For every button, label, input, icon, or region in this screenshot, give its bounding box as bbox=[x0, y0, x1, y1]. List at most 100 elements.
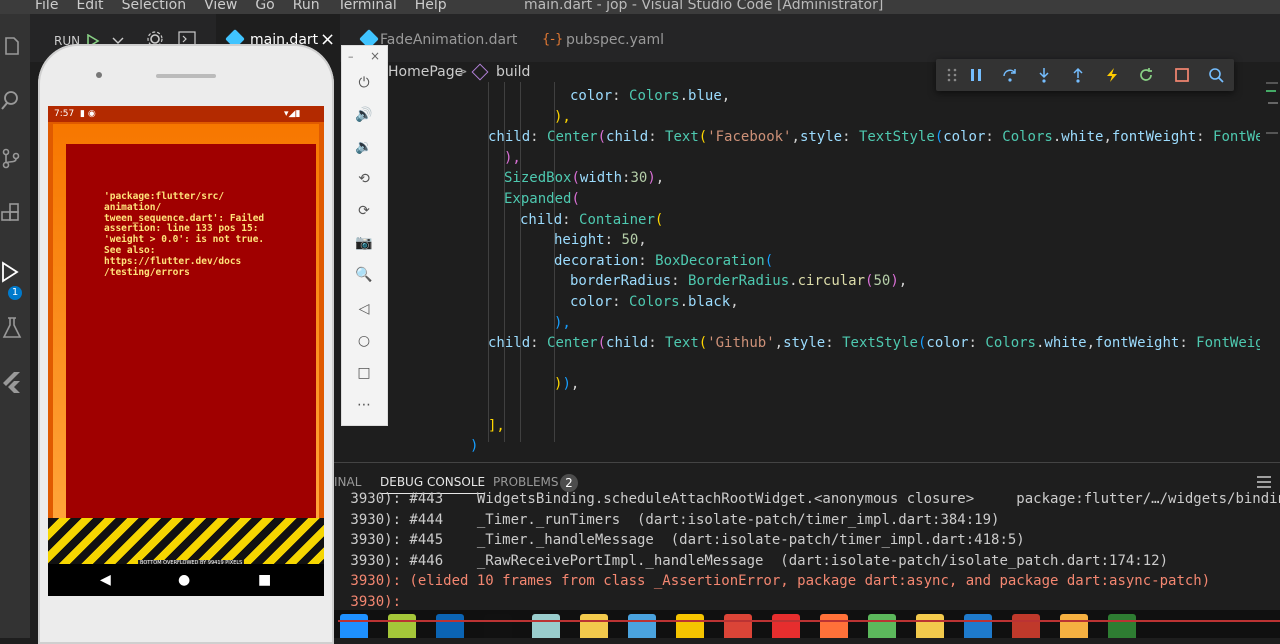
recents-icon[interactable]: ■ bbox=[258, 572, 271, 588]
notepad-icon[interactable] bbox=[628, 614, 656, 638]
taskbar bbox=[334, 610, 1280, 638]
menu-file[interactable]: File bbox=[26, 0, 67, 14]
code-editor[interactable]: color: Colors.blue,), child: Center(child… bbox=[386, 82, 1260, 460]
file-explorer-icon[interactable] bbox=[916, 614, 944, 638]
code-token: , bbox=[655, 170, 665, 187]
back-icon[interactable]: ◀ bbox=[100, 572, 111, 588]
notification-icons: ▮ ◉ bbox=[80, 109, 96, 119]
breadcrumb-build[interactable]: build bbox=[496, 62, 530, 82]
menu-go[interactable]: Go bbox=[246, 0, 283, 14]
tab-terminal[interactable]: INAL bbox=[334, 475, 361, 489]
vscode-icon[interactable] bbox=[964, 614, 992, 638]
extensions-icon[interactable] bbox=[0, 202, 24, 226]
menu-run[interactable]: Run bbox=[284, 0, 329, 14]
game-icon[interactable] bbox=[1108, 614, 1136, 638]
hot-reload-icon[interactable] bbox=[1104, 67, 1120, 83]
menu-view[interactable]: View bbox=[195, 0, 246, 14]
volume-up-icon[interactable]: 🔊 bbox=[355, 106, 373, 124]
code-token: Colors bbox=[629, 88, 680, 104]
drag-handle-icon[interactable] bbox=[944, 67, 960, 83]
yandex-icon[interactable] bbox=[772, 614, 800, 638]
code-token: circular bbox=[797, 273, 866, 290]
menu-edit[interactable]: Edit bbox=[67, 0, 112, 14]
console-line: 3930): #444 _Timer._runTimers (dart:isol… bbox=[342, 511, 1000, 528]
code-token: : bbox=[638, 252, 656, 269]
tab-label: FadeAnimation.dart bbox=[380, 32, 518, 48]
step-over-icon[interactable] bbox=[1002, 67, 1018, 83]
windows-icon[interactable] bbox=[340, 614, 368, 638]
code-token: ( bbox=[571, 191, 580, 207]
search-icon[interactable] bbox=[0, 88, 24, 112]
code-line: ), bbox=[554, 107, 571, 127]
menu-help[interactable]: Help bbox=[406, 0, 456, 14]
code-token: child bbox=[520, 211, 563, 228]
breadcrumb-homepage[interactable]: HomePage bbox=[388, 62, 463, 82]
code-token: Container bbox=[579, 211, 655, 228]
code-token: ( bbox=[597, 129, 607, 146]
camera-icon[interactable]: 📷 bbox=[355, 234, 373, 252]
activity-bar: 1 bbox=[0, 14, 30, 638]
pause-icon[interactable] bbox=[968, 67, 984, 83]
code-token: . bbox=[789, 273, 798, 290]
inspect-widget-icon[interactable] bbox=[1208, 67, 1224, 83]
rotate-right-icon[interactable]: ⟳ bbox=[355, 202, 373, 220]
phone-screen[interactable]: 7:57 ▮ ◉ ▾◢▮ 'package:flutter/src/ anima… bbox=[48, 106, 324, 596]
explorer-icon[interactable] bbox=[0, 34, 24, 58]
naruto-icon[interactable] bbox=[1060, 614, 1088, 638]
menu-selection[interactable]: Selection bbox=[113, 0, 196, 14]
code-token: : bbox=[530, 129, 548, 146]
code-token: ( bbox=[934, 129, 944, 146]
console-line: 3930): #446 _RawReceivePortImpl._handleM… bbox=[342, 552, 1169, 569]
code-token: : bbox=[842, 129, 859, 146]
home-icon[interactable]: ○ bbox=[355, 332, 373, 350]
step-into-icon[interactable] bbox=[1036, 67, 1052, 83]
tab-problems[interactable]: PROBLEMS bbox=[493, 475, 559, 489]
code-token: FontWeigh bbox=[1196, 335, 1260, 352]
overview-icon[interactable]: □ bbox=[355, 364, 373, 382]
run-debug-icon[interactable] bbox=[0, 260, 24, 284]
paint-icon[interactable] bbox=[868, 614, 896, 638]
code-line: borderRadius: BorderRadius.circular(50), bbox=[570, 271, 907, 291]
menu-terminal[interactable]: Terminal bbox=[329, 0, 406, 14]
android-studio-icon[interactable] bbox=[388, 614, 416, 638]
volume-down-icon[interactable]: 🔉 bbox=[355, 138, 373, 156]
code-token: fontWeight bbox=[1095, 335, 1180, 352]
firefox-icon[interactable] bbox=[820, 614, 848, 638]
back-icon[interactable]: ◁ bbox=[355, 300, 373, 318]
code-token: style bbox=[799, 129, 843, 146]
more-icon[interactable]: ⋯ bbox=[355, 396, 373, 414]
recycle-bin-icon[interactable] bbox=[532, 614, 560, 638]
photoshop-icon[interactable] bbox=[436, 614, 464, 638]
code-token: Expanded bbox=[504, 191, 572, 207]
power-icon[interactable]: ⏻ bbox=[355, 74, 373, 92]
code-token: style bbox=[783, 335, 826, 352]
tool-icon[interactable] bbox=[1012, 614, 1040, 638]
home-icon[interactable]: ● bbox=[178, 572, 190, 588]
close-icon[interactable]: × bbox=[370, 49, 380, 63]
flutter-icon[interactable] bbox=[0, 370, 24, 394]
code-token: 50 bbox=[873, 273, 891, 290]
zoom-icon[interactable]: 🔍 bbox=[355, 266, 373, 284]
restart-icon[interactable] bbox=[1138, 67, 1154, 83]
minimap[interactable] bbox=[1260, 62, 1280, 462]
nexus-icon[interactable] bbox=[484, 614, 512, 638]
folder-icon[interactable] bbox=[580, 614, 608, 638]
chrome-icon[interactable] bbox=[724, 614, 752, 638]
code-token: , bbox=[1103, 129, 1112, 146]
panel-menu-icon[interactable] bbox=[1256, 475, 1272, 489]
stop-icon[interactable] bbox=[1174, 67, 1190, 83]
code-token: SizedBox bbox=[504, 170, 572, 187]
minimize-icon[interactable]: – bbox=[348, 50, 354, 63]
testing-icon[interactable] bbox=[0, 316, 24, 340]
code-line: ), bbox=[504, 148, 521, 168]
rotate-left-icon[interactable]: ⟲ bbox=[355, 170, 373, 188]
step-out-icon[interactable] bbox=[1070, 67, 1086, 83]
code-token: blue bbox=[688, 88, 722, 104]
code-token: , bbox=[1086, 335, 1096, 352]
tab-pubspec-yaml[interactable]: {-} pubspec.yaml bbox=[530, 14, 664, 62]
code-token: Center bbox=[547, 129, 598, 146]
code-token: child bbox=[606, 335, 649, 352]
source-control-icon[interactable] bbox=[0, 146, 24, 170]
code-token: color bbox=[943, 129, 986, 146]
media-player-icon[interactable] bbox=[676, 614, 704, 638]
